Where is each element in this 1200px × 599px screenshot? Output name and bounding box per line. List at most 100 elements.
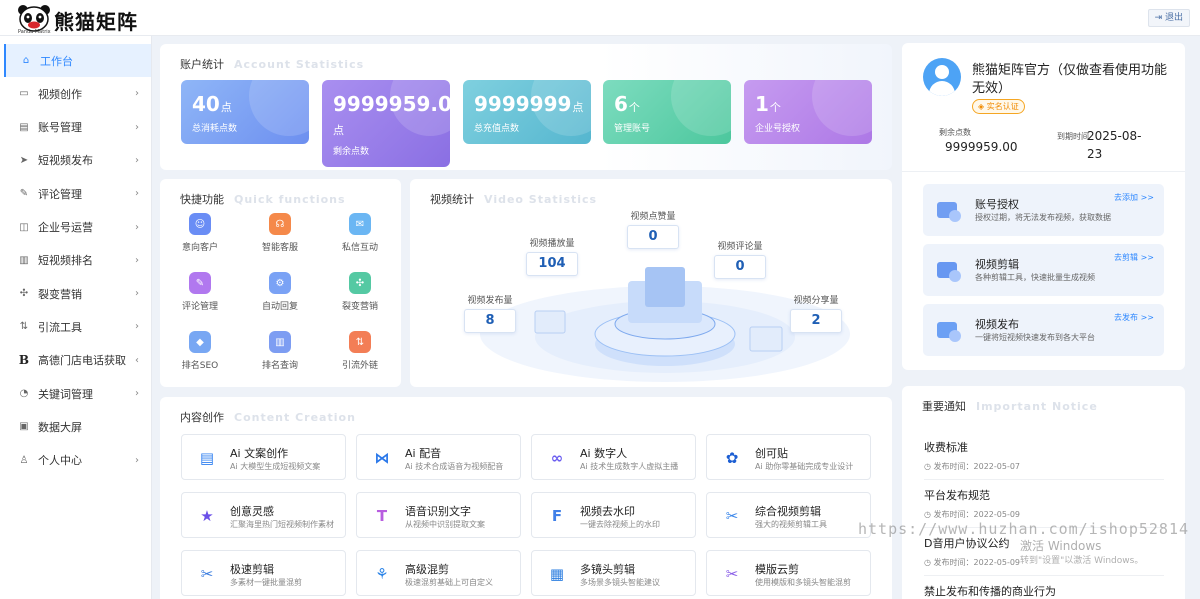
quick-item-6[interactable]: ◆ 排名SEO	[175, 331, 225, 371]
sidebar-item-3[interactable]: ➤ 短视频发布 ›	[4, 144, 151, 177]
notice-item-1[interactable]: 平台发布规范 ◷ 发布时间：2022-05-09	[924, 487, 1164, 520]
video-stat-value: 8	[464, 309, 516, 333]
clock-icon: ◷	[924, 462, 934, 471]
feature-action-link[interactable]: 去剪辑 >>	[1114, 252, 1154, 263]
quick-item-label: 智能客服	[261, 243, 298, 253]
screen-icon: ▣	[19, 421, 29, 433]
sidebar-item-label: 裂变营销	[38, 287, 82, 301]
sidebar-item-4[interactable]: ✎ 评论管理 ›	[4, 177, 151, 210]
quick-item-2[interactable]: ✉ 私信互动	[335, 213, 385, 253]
account-statistics-title: 账户统计 Account Statistics	[180, 58, 365, 71]
notice-divider	[924, 575, 1164, 576]
stat-card-2[interactable]: 9999999点 总充值点数	[463, 80, 591, 144]
sidebar-item-6[interactable]: ▥ 短视频排名 ›	[4, 244, 151, 277]
content-item-desc: Ai 大模型生成短视频文案	[230, 462, 321, 471]
content-item-desc: 多场景多镜头智能建议	[580, 578, 660, 587]
sidebar-item-11[interactable]: ▣ 数据大屏	[4, 410, 151, 443]
sidebar-item-0[interactable]: ⌂ 工作台	[4, 44, 151, 77]
content-item-11[interactable]: ✂ 模版云剪 使用模版和多镜头智能混剪	[706, 550, 871, 596]
sidebar-item-12[interactable]: ♙ 个人中心 ›	[4, 444, 151, 477]
sidebar-item-label: 短视频发布	[38, 154, 93, 168]
feature-action-link[interactable]: 去发布 >>	[1114, 312, 1154, 323]
stat-value: 9999999点	[474, 92, 583, 116]
speech-icon: T	[376, 507, 388, 525]
quick-functions-title: 快捷功能 Quick functions	[180, 193, 346, 206]
stat-value: 6个	[614, 92, 640, 116]
stat-card-decoration	[249, 80, 309, 136]
sidebar-item-7[interactable]: ✣ 裂变营销 ›	[4, 277, 151, 310]
content-item-1[interactable]: ⋈ Ai 配音 Ai 技术合成语音为视频配音	[356, 434, 521, 480]
video-stat-2: 视频评论量 0	[714, 239, 766, 279]
stat-value: 9999959.00	[333, 92, 450, 116]
sidebar-item-5[interactable]: ◫ 企业号运营 ›	[4, 211, 151, 244]
sidebar-item-2[interactable]: ▤ 账号管理 ›	[4, 111, 151, 144]
video-stat-label: 视频播放量	[529, 239, 575, 249]
sidebar-item-label: 视频创作	[38, 87, 82, 101]
sidebar-item-10[interactable]: ◔ 关键词管理 ›	[4, 377, 151, 410]
content-item-desc: 汇聚海里热门短视频制作素材	[230, 520, 334, 529]
feature-action-link[interactable]: 去添加 >>	[1114, 192, 1154, 203]
stat-card-4[interactable]: 1个 企业号授权	[744, 80, 872, 144]
video-stat-value: 0	[714, 255, 766, 279]
top-bar: 熊猫矩阵 Panda Matrix ⇥ 退出	[0, 0, 1200, 36]
content-item-2[interactable]: ∞ Ai 数字人 Ai 技术生成数字人虚拟主播	[531, 434, 696, 480]
sidebar-item-8[interactable]: ⇅ 引流工具 ›	[4, 310, 151, 343]
quick-item-label: 自动回复	[261, 302, 298, 312]
quick-item-8[interactable]: ⇅ 引流外链	[335, 331, 385, 371]
notice-item-0[interactable]: 收费标准 ◷ 发布时间：2022-05-07	[924, 439, 1164, 472]
content-item-title: Ai 配音	[405, 447, 442, 460]
avatar[interactable]	[923, 58, 961, 96]
content-item-9[interactable]: ⚘ 高级混剪 极速混剪基础上可自定义	[356, 550, 521, 596]
verified-badge: ◈ 实名认证	[972, 99, 1025, 114]
quick-item-4[interactable]: ⚙ 自动回复	[255, 272, 305, 312]
quick-item-7[interactable]: ▥ 排名查询	[255, 331, 305, 371]
sidebar-item-1[interactable]: ▭ 视频创作 ›	[4, 77, 151, 110]
quick-item-1[interactable]: ☊ 智能客服	[255, 213, 305, 253]
logo[interactable]: 熊猫矩阵 Panda Matrix	[16, 4, 146, 35]
feature-title: 视频剪辑	[975, 258, 1019, 271]
stat-label: 企业号授权	[755, 124, 801, 134]
stat-number: 40	[192, 92, 220, 116]
chevron-icon: ›	[135, 388, 139, 399]
content-item-8[interactable]: ✂ 极速剪辑 多素材一键批量混剪	[181, 550, 346, 596]
keyword-icon: ◔	[19, 388, 29, 399]
content-item-5[interactable]: T 语音识别文字 从视频中识别提取文案	[356, 492, 521, 538]
stat-unit: 点	[220, 101, 232, 114]
content-item-6[interactable]: F 视频去水印 一键去除视频上的水印	[531, 492, 696, 538]
clock-icon: ◷	[924, 558, 934, 567]
notice-date-text: 发布时间：2022-05-09	[933, 510, 1021, 519]
video-stat-value: 0	[627, 225, 679, 249]
content-item-0[interactable]: ▤ Ai 文案创作 Ai 大模型生成短视频文案	[181, 434, 346, 480]
content-item-desc: Ai 技术生成数字人虚拟主播	[580, 462, 679, 471]
stat-card-1[interactable]: 9999959.00 点剩余点数	[322, 80, 450, 167]
remove-watermark-icon: F	[551, 507, 563, 525]
video-statistics-title: 视频统计 Video Statistics	[430, 193, 598, 206]
content-item-10[interactable]: ▦ 多镜头剪辑 多场景多镜头智能建议	[531, 550, 696, 596]
sidebar-item-label: 企业号运营	[38, 221, 93, 234]
content-item-desc: Ai 助你零基础完成专业设计	[755, 462, 854, 471]
content-item-title: 极速剪辑	[230, 563, 274, 576]
quick-functions-card: 快捷功能 Quick functions ☺ 意向客户 ☊ 智能客服 ✉ 私信互动 ✎ 评论管理…	[160, 179, 401, 387]
sidebar-item-label: 个人中心	[38, 454, 82, 468]
bar-chart-icon: ▥	[19, 254, 29, 266]
content-item-7[interactable]: ✂ 综合视频剪辑 强大的视频剪辑工具	[706, 492, 871, 538]
content-item-4[interactable]: ★ 创意灵感 汇聚海里热门短视频制作素材	[181, 492, 346, 538]
feature-card-0[interactable]: 账号授权 授权过期，将无法发布视频，获取数据 去添加 >>	[923, 184, 1164, 236]
stat-card-0[interactable]: 40点 总消耗点数	[181, 80, 309, 144]
quick-item-5[interactable]: ✣ 裂变营销	[335, 272, 385, 312]
feature-card-1[interactable]: 视频剪辑 各种剪辑工具，快速批量生成视频 去剪辑 >>	[923, 244, 1164, 296]
account-statistics-card: 账户统计 Account Statistics 40点 总消耗点数 9999959.0…	[160, 44, 892, 170]
sidebar-item-9[interactable]: B 高德门店电话获取 ‹	[4, 344, 151, 377]
logout-button[interactable]: ⇥ 退出	[1147, 9, 1190, 27]
seo-icon: ◆	[189, 331, 211, 353]
content-item-3[interactable]: ✿ 创可贴 Ai 助你零基础完成专业设计	[706, 434, 871, 480]
quick-item-label: 裂变营销	[341, 302, 378, 312]
quick-item-0[interactable]: ☺ 意向客户	[175, 213, 225, 253]
watermark-text: https://www.huzhan.com/ishop52814	[858, 520, 1190, 538]
notice-item-3[interactable]: 禁止发布和传播的商业行为	[924, 583, 1164, 599]
quick-item-3[interactable]: ✎ 评论管理	[175, 272, 225, 312]
chevron-icon: ›	[135, 88, 139, 100]
stat-card-3[interactable]: 6个 管理账号	[603, 80, 731, 144]
feature-card-2[interactable]: 视频发布 一键将短视频快速发布到各大平台 去发布 >>	[923, 304, 1164, 356]
stat-unit: 个	[769, 101, 781, 114]
